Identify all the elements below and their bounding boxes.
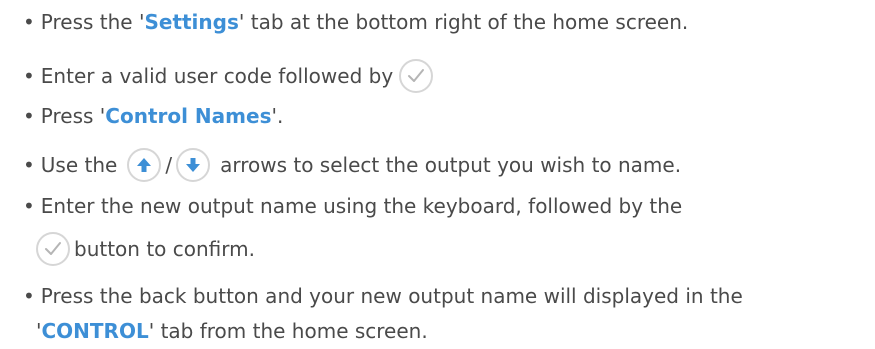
slash: /: [165, 153, 173, 177]
step-back-button-cont: ' CONTROL ' tab from the home screen.: [36, 319, 428, 343]
checkmark-icon: [36, 232, 70, 266]
step-text: Press the back button and your new outpu…: [40, 284, 743, 308]
bullet: •: [23, 284, 35, 308]
step-settings: • Press the ' Settings ' tab at the bottom…: [23, 10, 688, 34]
step-select-output: • Use the / arrows to select the output …: [23, 148, 681, 182]
bullet: •: [23, 153, 35, 177]
step-control-names: • Press ' Control Names '.: [23, 104, 283, 128]
step-user-code: • Enter a valid user code followed by: [23, 59, 434, 93]
checkmark-icon: [399, 59, 434, 93]
step-text: Enter a valid user code followed by: [40, 64, 394, 88]
step-text: Press ': [40, 104, 106, 128]
control-names-label: Control Names: [105, 104, 272, 128]
bullet: •: [23, 10, 35, 34]
step-text: ' tab from the home screen.: [148, 319, 428, 343]
step-back-button: • Press the back button and your new out…: [23, 284, 743, 308]
arrow-down-icon: [176, 148, 211, 182]
step-text: arrows to select the output you wish to …: [220, 153, 682, 177]
step-text: Press the ': [40, 10, 145, 34]
bullet: •: [23, 194, 35, 218]
instruction-list: • Press the ' Settings ' tab at the bottom…: [0, 0, 875, 349]
step-text: '.: [271, 104, 284, 128]
step-text: Use the: [40, 153, 118, 177]
settings-label: Settings: [144, 10, 239, 34]
arrow-up-icon: [127, 148, 162, 182]
step-text: Enter the new output name using the keyb…: [40, 194, 683, 218]
control-tab-label: CONTROL: [41, 319, 149, 343]
step-text: button to confirm.: [74, 237, 255, 261]
step-enter-name: • Enter the new output name using the ke…: [23, 194, 682, 218]
step-text: ' tab at the bottom right of the home sc…: [238, 10, 689, 34]
bullet: •: [23, 64, 35, 88]
step-enter-name-cont: button to confirm.: [36, 232, 255, 266]
bullet: •: [23, 104, 35, 128]
